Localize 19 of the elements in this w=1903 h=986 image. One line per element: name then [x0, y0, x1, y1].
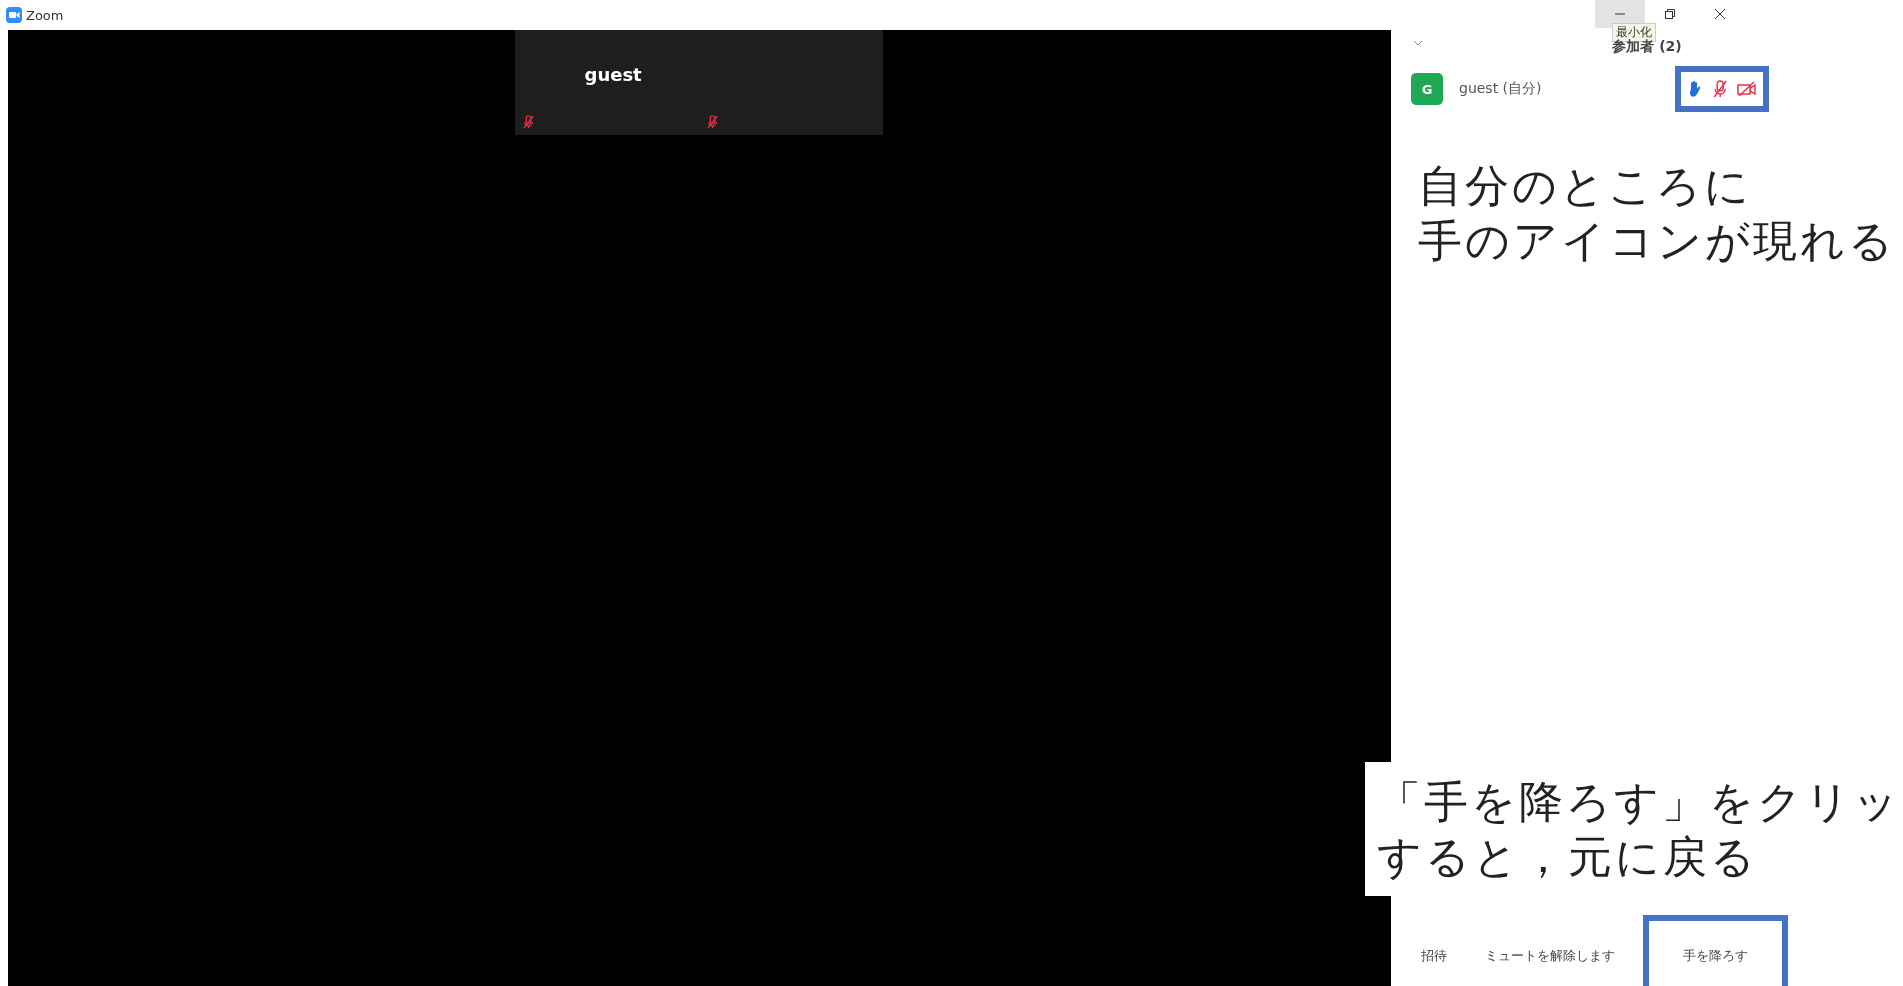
app-logo-icon: [6, 7, 22, 23]
annotation-text: すると，元に戻る: [1377, 830, 1759, 884]
participant-name: guest: [584, 64, 642, 85]
close-icon: [1715, 9, 1725, 19]
muted-mic-icon: [522, 115, 534, 129]
chevron-down-icon[interactable]: [1413, 40, 1423, 46]
minimize-icon: [1615, 13, 1625, 15]
hand-icon: [1687, 80, 1703, 98]
muted-mic-icon: [1713, 80, 1728, 98]
muted-mic-icon: [706, 115, 718, 129]
window-title: Zoom: [26, 7, 64, 23]
restore-icon: [1665, 9, 1675, 19]
annotation-text: 手のアイコンが現れる: [1418, 214, 1896, 268]
annotation-text: 「手を降ろす」をクリッ: [1377, 775, 1902, 829]
video-off-icon: [1737, 81, 1758, 97]
footer-button[interactable]: 手を降ろす: [1643, 915, 1788, 986]
avatar: G: [1411, 73, 1443, 105]
annotation-text: 自分のところに: [1418, 159, 1753, 213]
participant-name: guest (自分): [1459, 80, 1543, 98]
